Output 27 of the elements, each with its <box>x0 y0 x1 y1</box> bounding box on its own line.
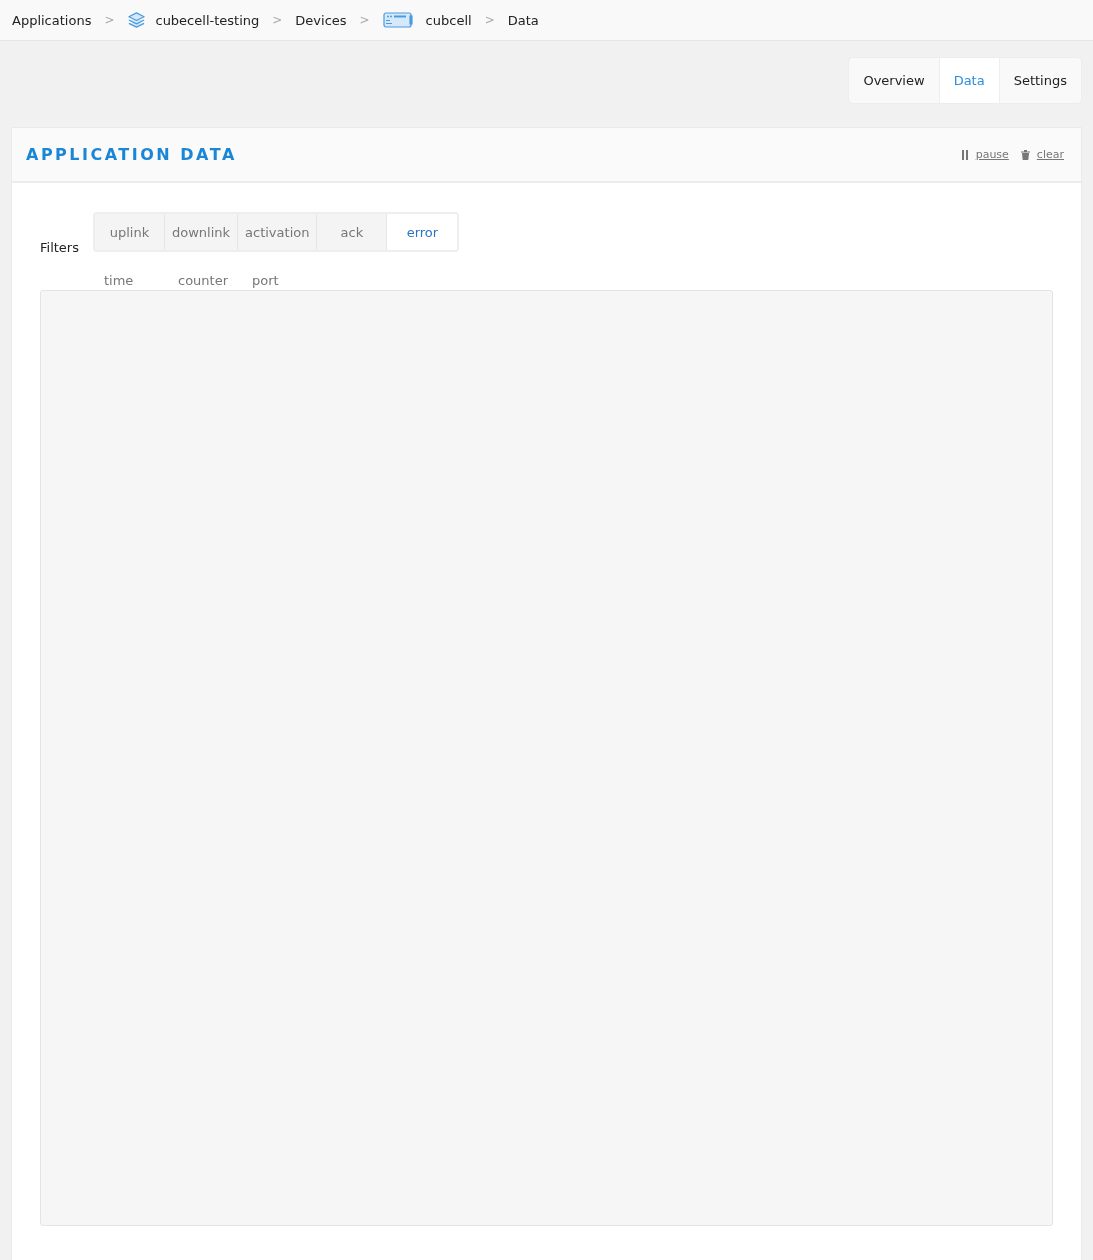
tab[interactable]: Data <box>939 58 1000 103</box>
action-link[interactable]: clear <box>1036 148 1064 161</box>
breadcrumb-separator: > <box>104 13 115 27</box>
breadcrumb-link[interactable]: cubecell-testing <box>155 12 260 28</box>
column-header: time <box>104 273 135 288</box>
breadcrumb-separator: > <box>359 13 370 27</box>
filters-label: Filters <box>40 240 79 255</box>
breadcrumb-separator: > <box>272 13 283 27</box>
filter-toggle[interactable]: uplink <box>94 214 165 250</box>
tab[interactable]: Overview <box>849 58 940 103</box>
filter-toggle[interactable]: ack <box>317 214 388 250</box>
column-header: port <box>252 273 280 288</box>
pause-icon <box>960 149 969 160</box>
action-link[interactable]: pause <box>975 148 1009 161</box>
breadcrumb-link[interactable]: cubcell <box>425 12 472 28</box>
panel-title: APPLICATION DATA <box>26 145 237 164</box>
filter-toggle[interactable]: downlink <box>164 214 239 250</box>
breadcrumb-link[interactable]: Applications <box>12 12 92 28</box>
breadcrumb-link[interactable]: Devices <box>295 12 347 28</box>
device-icon <box>382 11 413 29</box>
column-header: counter <box>178 273 229 288</box>
filter-toggle[interactable]: activation <box>238 214 318 250</box>
breadcrumb-separator: > <box>484 13 495 27</box>
breadcrumb-link[interactable]: Data <box>507 12 539 28</box>
trash-icon <box>1020 149 1030 160</box>
tab[interactable]: Settings <box>999 58 1081 103</box>
layers-icon <box>127 10 147 30</box>
